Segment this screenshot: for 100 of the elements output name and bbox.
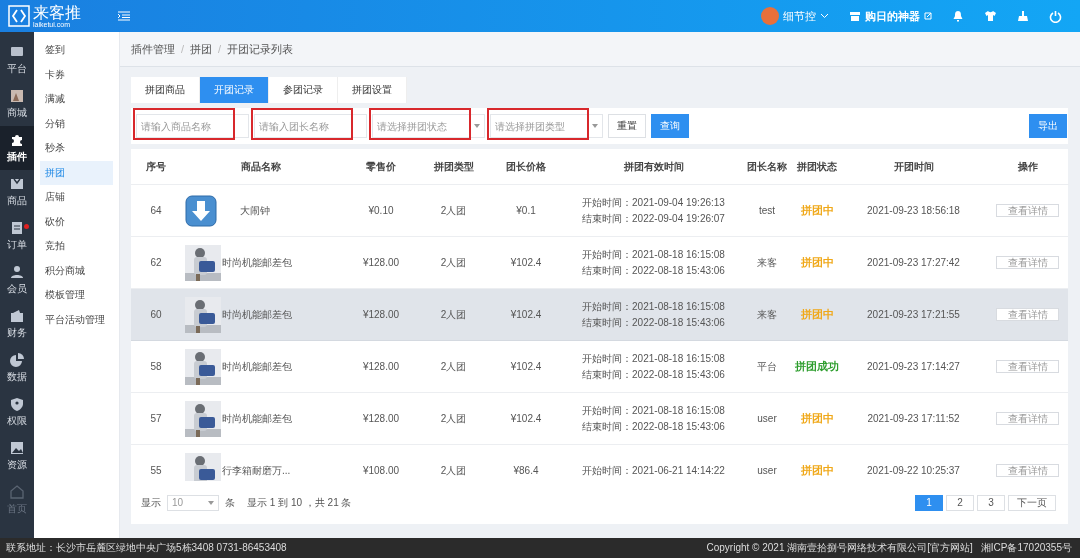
page-summary: 显示 1 到 10 ，共 21 条 <box>247 495 352 510</box>
logo-icon <box>8 5 30 27</box>
table-cell-text: 62 <box>149 256 163 270</box>
rail-item[interactable]: 权限 <box>0 390 34 434</box>
start-time: 开始时间：2021-09-04 19:26:13 <box>582 195 725 210</box>
submenu-item[interactable]: 店铺 <box>40 185 113 210</box>
menu-icon[interactable] <box>118 11 130 21</box>
table-cell-text: ¥0.10 <box>367 204 395 218</box>
rail-item[interactable]: 会员 <box>0 258 34 302</box>
shirt-icon[interactable] <box>984 10 997 22</box>
table-cell-text: 2人团 <box>439 359 468 374</box>
caret-icon <box>208 500 214 505</box>
table-cell-text: 2021-09-23 17:11:52 <box>866 412 961 426</box>
submenu-item[interactable]: 卡券 <box>40 62 113 87</box>
status-text: 拼团中 <box>800 411 834 426</box>
submenu-item[interactable]: 满减 <box>40 87 113 112</box>
caret-icon <box>592 124 598 128</box>
product-name: 大闹钟 <box>240 203 270 218</box>
table-cell-text: user <box>756 412 778 426</box>
rail-item[interactable]: 财务 <box>0 302 34 346</box>
logo-text: 来客推 <box>33 4 81 21</box>
table-cell-text: ¥102.4 <box>509 412 543 426</box>
reset-button[interactable]: 重置 <box>608 114 646 138</box>
rail-item[interactable]: 插件 <box>0 126 34 170</box>
bell-icon[interactable] <box>952 10 964 22</box>
end-time: 结束时间：2022-08-18 15:43:06 <box>582 367 725 382</box>
page-button[interactable]: 2 <box>946 494 974 511</box>
table-cell-text: 57 <box>149 412 163 426</box>
icp-link[interactable]: 湘ICP备17020355号 <box>980 541 1072 555</box>
chevron-icon <box>820 13 829 19</box>
table-cell-text: 2人团 <box>439 411 468 426</box>
rail-item-icon <box>10 88 24 103</box>
rail-item-icon <box>10 264 24 279</box>
rail-item-icon <box>10 44 24 59</box>
end-time: 结束时间：2022-08-18 15:43:06 <box>582 263 725 278</box>
status-text: 拼团中 <box>800 203 834 218</box>
product-name: 时尚机能邮差包 <box>222 411 292 426</box>
start-time: 开始时间：2021-08-18 16:15:08 <box>582 403 725 418</box>
rail-item-icon <box>10 176 24 191</box>
table-cell-text: 60 <box>149 308 163 322</box>
submenu-item[interactable]: 平台活动管理 <box>40 307 113 332</box>
table-cell-text: test <box>757 204 777 218</box>
table-cell-text: 58 <box>149 360 163 374</box>
rail-item[interactable]: 商城 <box>0 82 34 126</box>
rail-item-icon <box>10 352 24 367</box>
rail-item[interactable]: 资源 <box>0 434 34 478</box>
submenu-item[interactable]: 签到 <box>40 38 113 63</box>
rail-item-icon <box>10 440 24 455</box>
submenu-item[interactable]: 竞拍 <box>40 234 113 259</box>
start-time: 开始时间：2021-08-18 16:15:08 <box>582 247 725 262</box>
unit-label: 条 <box>225 495 235 510</box>
end-time: 结束时间：2022-09-04 19:26:07 <box>582 211 725 226</box>
breadcrumb-separator: / <box>218 43 222 55</box>
contact-address: 联系地址：长沙市岳麓区绿地中央广场5栋3408 0731-86453408 <box>6 541 287 555</box>
rail-item-icon <box>10 308 24 323</box>
table-cell-text: 2021-09-23 17:27:42 <box>866 256 961 270</box>
page-button[interactable]: 3 <box>977 494 1005 511</box>
tab[interactable]: 参团记录 <box>269 77 338 103</box>
rail-item-icon <box>10 132 24 147</box>
submenu-item[interactable]: 秒杀 <box>40 136 113 161</box>
text-field[interactable]: 请输入商品名称 <box>136 114 249 138</box>
copyright-text: Copyright © 2021 湖南壹拾捌号网络技术有限公司[官方网站] <box>706 541 973 555</box>
text-field[interactable]: 请输入团长名称 <box>254 114 367 138</box>
submenu-item[interactable]: 分销 <box>40 111 113 136</box>
breadcrumb-item[interactable]: 拼团 <box>190 41 213 57</box>
rail-item-icon <box>10 220 24 235</box>
rail-item[interactable]: 订单 <box>0 214 34 258</box>
submenu-item[interactable]: 模板管理 <box>40 283 113 308</box>
broom-icon[interactable] <box>1017 10 1029 22</box>
table-cell-text: ¥0.1 <box>515 204 537 218</box>
status-text: 拼团中 <box>800 307 834 322</box>
rail-item-icon <box>10 484 24 499</box>
table-cell-text: 来客 <box>756 307 778 322</box>
rail-item[interactable]: 数据 <box>0 346 34 390</box>
table-cell-text: 2人团 <box>439 307 468 322</box>
end-time: 结束时间：2022-08-18 15:43:06 <box>582 315 725 330</box>
table-cell-text: 2021-09-23 17:21:55 <box>866 308 961 322</box>
table-cell-text: 2人团 <box>439 463 468 478</box>
table-cell-text: 64 <box>149 204 163 218</box>
table-cell-text: ¥86.4 <box>512 464 540 478</box>
start-time: 开始时间：2021-08-18 16:15:08 <box>582 299 725 314</box>
next-page-button[interactable]: 下一页 <box>1008 494 1056 511</box>
product-name: 时尚机能邮差包 <box>222 255 292 270</box>
status-text: 拼团中 <box>800 255 834 270</box>
table-cell-text: ¥128.00 <box>361 412 401 426</box>
dropdown-field[interactable]: 请选择拼团类型 <box>490 114 603 138</box>
breadcrumb-item[interactable]: 插件管理 <box>131 41 175 57</box>
rail-item[interactable]: 商品 <box>0 170 34 214</box>
submenu-item[interactable]: 砍价 <box>40 209 113 234</box>
tab[interactable]: 拼团设置 <box>338 77 407 103</box>
power-icon[interactable] <box>1049 9 1062 23</box>
table-cell-text: user <box>756 464 778 478</box>
product-name: 时尚机能邮差包 <box>222 307 292 322</box>
table-cell-text: 2021-09-22 10:25:37 <box>866 464 961 478</box>
external-link-icon <box>924 12 932 20</box>
rail-item[interactable]: 平台 <box>0 38 34 82</box>
table-cell-text: 2人团 <box>439 203 468 218</box>
breadcrumb-item: 开团记录列表 <box>227 41 294 57</box>
submenu-item[interactable]: 积分商城 <box>40 258 113 283</box>
dropdown-field[interactable]: 请选择拼团状态 <box>372 114 485 138</box>
